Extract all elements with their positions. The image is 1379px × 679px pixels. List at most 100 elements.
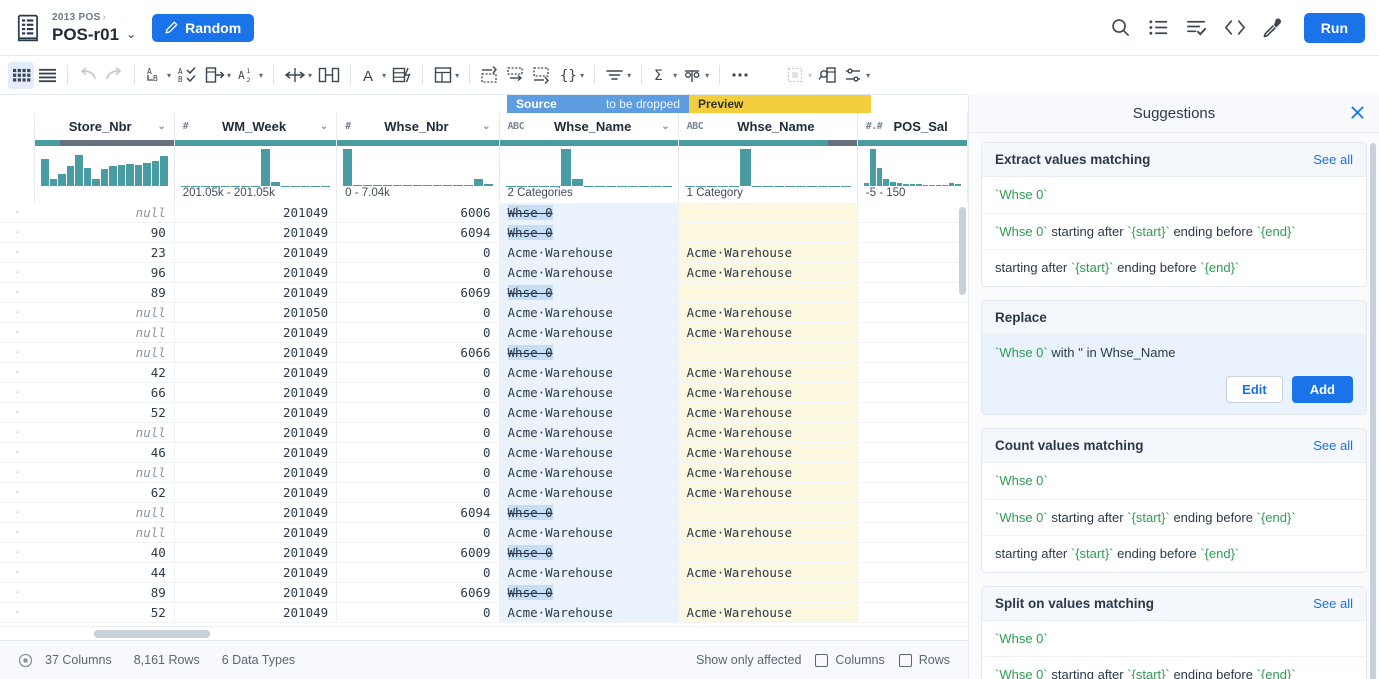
cell-store_nbr-0[interactable]: null: [35, 463, 175, 482]
cell-store_nbr-0[interactable]: null: [35, 343, 175, 362]
chevron-down-icon[interactable]: ⌄: [661, 121, 669, 132]
cell-pos_sal-5[interactable]: [858, 483, 968, 502]
table-row[interactable]: ·null2010500Acme·WarehouseAcme·Warehouse: [0, 303, 968, 323]
toolbar-redo[interactable]: [101, 62, 127, 89]
cell-store_nbr-0[interactable]: 42: [35, 363, 175, 382]
cell-whse_nbr-2[interactable]: 0: [337, 383, 499, 402]
cell-pos_sal-5[interactable]: [858, 363, 968, 382]
cell-wm_week-1[interactable]: 201049: [175, 503, 337, 522]
cell-whse_name-3[interactable]: Acme·Warehouse: [500, 403, 679, 422]
cell-store_nbr-0[interactable]: null: [35, 423, 175, 442]
cell-wm_week-1[interactable]: 201049: [175, 443, 337, 462]
column-header-wm_week-1[interactable]: #WM_Week⌄: [175, 113, 337, 140]
cell-whse_name-3[interactable]: Whse 0: [500, 223, 679, 242]
table-row[interactable]: ·null2010490Acme·WarehouseAcme·Warehouse: [0, 323, 968, 343]
cell-whse_name-4[interactable]: Acme·Warehouse: [679, 483, 858, 502]
cell-wm_week-1[interactable]: 201049: [175, 603, 337, 622]
toolbar-validate-values[interactable]: AB: [174, 62, 202, 89]
eyedropper-icon[interactable]: [1262, 17, 1284, 39]
cell-whse_name-4[interactable]: Acme·Warehouse: [679, 243, 858, 262]
toolbar-row-operations[interactable]: ▾: [430, 62, 462, 89]
cell-whse_nbr-2[interactable]: 6009: [337, 543, 499, 562]
row-handle[interactable]: ·: [0, 403, 35, 422]
toolbar-convert-type[interactable]: A12 ▾: [234, 62, 266, 89]
row-handle[interactable]: ·: [0, 263, 35, 282]
toolbar-rename-column[interactable]: AB ▾: [142, 62, 174, 89]
row-handle[interactable]: ·: [0, 443, 35, 462]
row-handle[interactable]: ·: [0, 423, 35, 442]
toolbar-lookup[interactable]: [815, 62, 841, 89]
cell-pos_sal-5[interactable]: [858, 463, 968, 482]
grid-scroll-region[interactable]: Sourceto be droppedPreview Store_Nbr⌄#WM…: [0, 95, 968, 626]
cell-whse_name-4[interactable]: [679, 343, 858, 362]
suggestion-item-1[interactable]: `Whse 0` starting after `{start}` ending…: [982, 214, 1366, 251]
table-row[interactable]: ·422010490Acme·WarehouseAcme·Warehouse: [0, 363, 968, 383]
table-row[interactable]: ·892010496069Whse 0: [0, 283, 968, 303]
table-row[interactable]: ·null2010496094Whse 0: [0, 503, 968, 523]
cell-wm_week-1[interactable]: 201049: [175, 243, 337, 262]
column-header-whse_nbr-2[interactable]: #Whse_Nbr⌄: [337, 113, 499, 140]
cell-store_nbr-0[interactable]: 46: [35, 443, 175, 462]
column-header-store_nbr-0[interactable]: Store_Nbr⌄: [35, 113, 175, 140]
cell-pos_sal-5[interactable]: [858, 223, 968, 242]
cell-wm_week-1[interactable]: 201049: [175, 583, 337, 602]
cell-whse_name-4[interactable]: Acme·Warehouse: [679, 303, 858, 322]
cell-store_nbr-0[interactable]: 23: [35, 243, 175, 262]
cell-store_nbr-0[interactable]: null: [35, 303, 175, 322]
cell-whse_name-3[interactable]: Acme·Warehouse: [500, 523, 679, 542]
cell-whse_nbr-2[interactable]: 0: [337, 423, 499, 442]
toolbar-filter-rows[interactable]: ▾: [602, 62, 634, 89]
cell-wm_week-1[interactable]: 201049: [175, 203, 337, 222]
cell-whse_name-3[interactable]: Whse 0: [500, 343, 679, 362]
cell-wm_week-1[interactable]: 201049: [175, 223, 337, 242]
toolbar-insert-row-above[interactable]: [477, 62, 503, 89]
chevron-down-icon[interactable]: ⌄: [126, 28, 136, 40]
cell-pos_sal-5[interactable]: [858, 303, 968, 322]
cell-whse_name-3[interactable]: Acme·Warehouse: [500, 603, 679, 622]
edit-button[interactable]: Edit: [1226, 376, 1283, 403]
cell-whse_nbr-2[interactable]: 0: [337, 303, 499, 322]
row-handle[interactable]: ·: [0, 603, 35, 622]
grid-horizontal-scrollbar-thumb[interactable]: [94, 630, 210, 638]
cell-whse_nbr-2[interactable]: 0: [337, 363, 499, 382]
cell-store_nbr-0[interactable]: 90: [35, 223, 175, 242]
cell-store_nbr-0[interactable]: 66: [35, 383, 175, 402]
cell-wm_week-1[interactable]: 201049: [175, 363, 337, 382]
column-header-whse_name-4[interactable]: ABCWhse_Name: [679, 113, 858, 140]
chevron-down-icon[interactable]: ⌄: [320, 121, 328, 132]
suggestion-item-0[interactable]: `Whse 0`: [982, 463, 1366, 500]
cell-pos_sal-5[interactable]: [858, 323, 968, 342]
cell-whse_nbr-2[interactable]: 6094: [337, 223, 499, 242]
table-row[interactable]: ·null2010496066Whse 0: [0, 343, 968, 363]
table-row[interactable]: ·522010490Acme·WarehouseAcme·Warehouse: [0, 403, 968, 423]
toolbar-select-area[interactable]: ▾: [783, 62, 815, 89]
page-title[interactable]: POS-r01 ⌄: [52, 26, 136, 43]
toolbar-json-tools[interactable]: {} ▾: [555, 62, 587, 89]
cell-whse_name-3[interactable]: Acme·Warehouse: [500, 563, 679, 582]
toolbar-insert-row-below[interactable]: [529, 62, 555, 89]
toolbar-join-tables[interactable]: ▾: [680, 62, 712, 89]
row-handle[interactable]: ·: [0, 503, 35, 522]
eye-icon[interactable]: [18, 653, 33, 668]
panel-vertical-scrollbar[interactable]: [1370, 143, 1376, 679]
cell-pos_sal-5[interactable]: [858, 283, 968, 302]
toolbar-list-view[interactable]: [34, 62, 60, 89]
cell-whse_name-3[interactable]: Acme·Warehouse: [500, 243, 679, 262]
row-handle[interactable]: ·: [0, 343, 35, 362]
cell-pos_sal-5[interactable]: [858, 523, 968, 542]
cell-pos_sal-5[interactable]: [858, 443, 968, 462]
cell-whse_name-4[interactable]: Acme·Warehouse: [679, 383, 858, 402]
toolbar-format-text[interactable]: A ▾: [358, 62, 389, 89]
suggestion-item-0[interactable]: `Whse 0`: [982, 621, 1366, 658]
table-row[interactable]: ·232010490Acme·WarehouseAcme·Warehouse: [0, 243, 968, 263]
cell-whse_nbr-2[interactable]: 0: [337, 443, 499, 462]
cell-whse_name-3[interactable]: Whse 0: [500, 543, 679, 562]
cell-store_nbr-0[interactable]: null: [35, 523, 175, 542]
cell-whse_nbr-2[interactable]: 0: [337, 483, 499, 502]
cell-wm_week-1[interactable]: 201049: [175, 403, 337, 422]
row-handle[interactable]: ·: [0, 323, 35, 342]
table-row[interactable]: ·null2010496006Whse 0: [0, 203, 968, 223]
table-row[interactable]: ·522010490Acme·WarehouseAcme·Warehouse: [0, 603, 968, 623]
row-handle[interactable]: ·: [0, 523, 35, 542]
cell-whse_name-3[interactable]: Acme·Warehouse: [500, 423, 679, 442]
